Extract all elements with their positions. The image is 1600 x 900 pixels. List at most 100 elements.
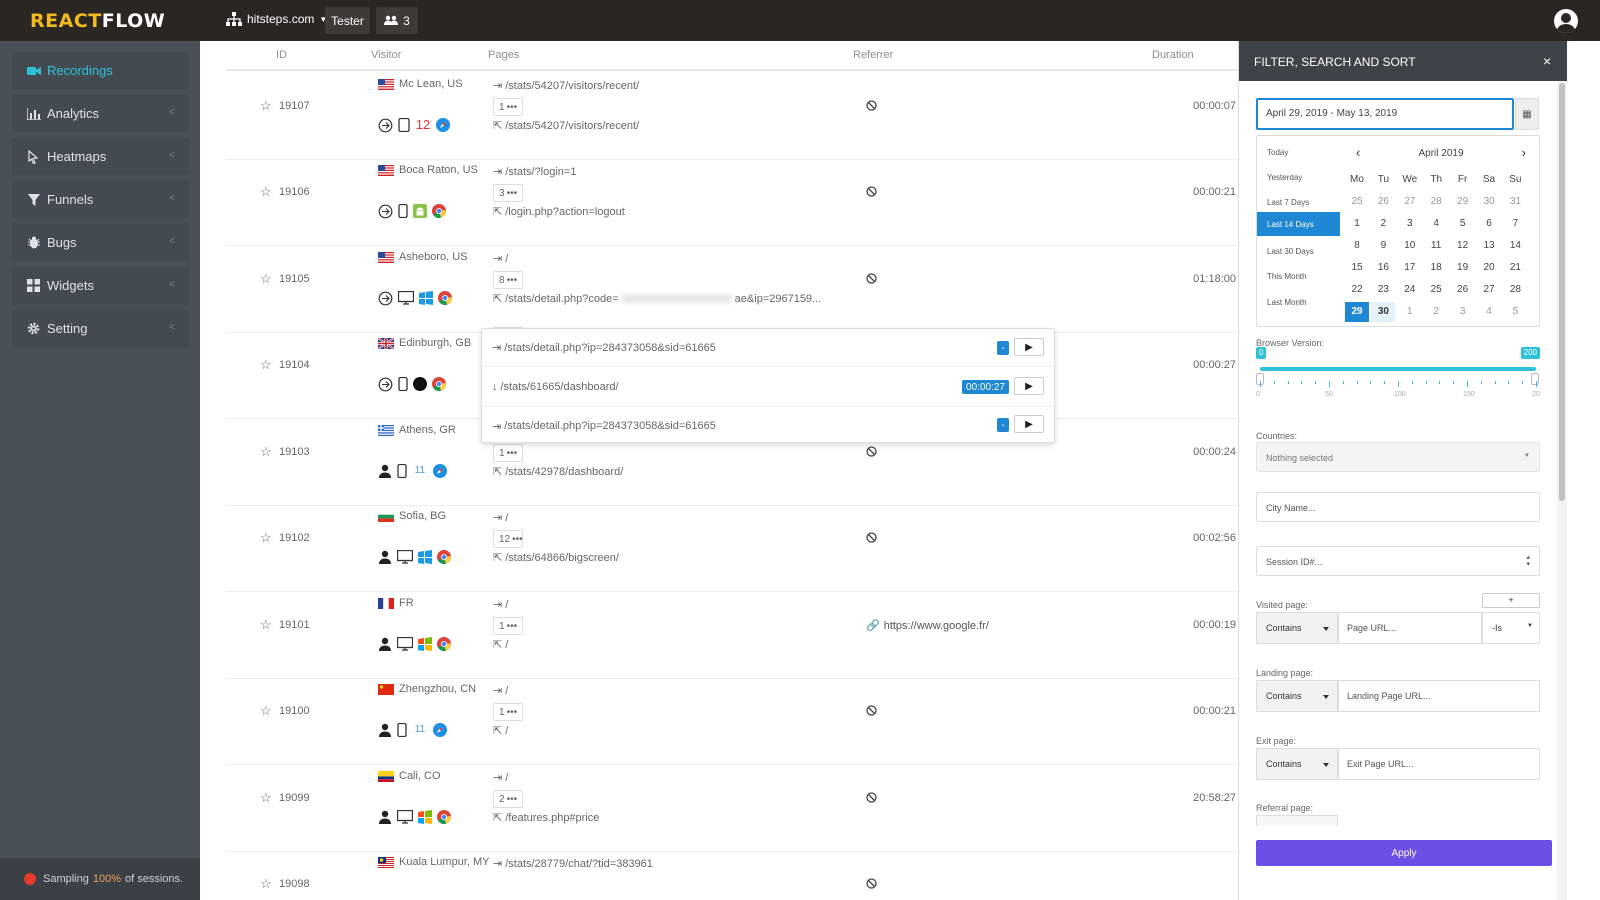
slider-max-handle[interactable]: [1531, 373, 1539, 385]
calendar-day[interactable]: 30: [1477, 192, 1501, 212]
calendar-day[interactable]: 8: [1345, 236, 1369, 256]
landing-match-select[interactable]: Contains: [1256, 680, 1338, 712]
calendar-day[interactable]: 6: [1477, 214, 1501, 234]
range-option[interactable]: Yesterday: [1257, 163, 1340, 187]
calendar-day[interactable]: 30: [1371, 302, 1396, 322]
star-icon[interactable]: ☆: [260, 271, 272, 287]
calendar-day[interactable]: 3: [1398, 214, 1422, 234]
referral-match-select[interactable]: [1256, 815, 1338, 826]
col-referrer[interactable]: Referrer: [853, 49, 893, 61]
calendar-day[interactable]: 14: [1503, 236, 1527, 256]
range-option[interactable]: Last 7 Days: [1257, 188, 1340, 212]
popup-url[interactable]: /stats/detail.php?ip=284373058&sid=61665: [504, 420, 716, 432]
calendar-day[interactable]: 3: [1451, 302, 1475, 322]
panel-scrollbar[interactable]: [1557, 81, 1567, 900]
visited-url-input[interactable]: Page URL...: [1338, 612, 1482, 644]
pages-count-button[interactable]: 2 •••: [493, 790, 523, 808]
sidebar-item-heatmaps[interactable]: Heatmaps <: [12, 138, 189, 175]
calendar-day[interactable]: 27: [1398, 192, 1422, 212]
entry-page[interactable]: ⇥ /: [493, 598, 508, 612]
apply-button[interactable]: Apply: [1256, 840, 1552, 866]
popup-url[interactable]: /stats/61665/dashboard/: [501, 381, 619, 393]
slider-track[interactable]: [1260, 367, 1536, 371]
calendar-day[interactable]: 10: [1398, 236, 1422, 256]
star-icon[interactable]: ☆: [260, 530, 272, 546]
entry-page[interactable]: ⇥/stats/28779/chat/?tid=383961: [493, 857, 653, 871]
star-icon[interactable]: ☆: [260, 98, 272, 114]
col-id[interactable]: ID: [276, 49, 287, 61]
visited-op-select[interactable]: -Is ▼: [1482, 612, 1540, 644]
users-button[interactable]: 3: [376, 7, 418, 34]
star-icon[interactable]: ☆: [260, 876, 272, 892]
play-button[interactable]: ▶: [1014, 377, 1044, 395]
calendar-day[interactable]: 25: [1424, 280, 1448, 300]
play-button[interactable]: ▶: [1014, 338, 1044, 356]
pages-count-button[interactable]: 8 •••: [493, 271, 523, 289]
popup-url[interactable]: /stats/detail.php?ip=284373058&sid=61665: [504, 342, 716, 354]
app-logo[interactable]: REACTFLOW: [30, 10, 165, 32]
range-option[interactable]: Last 30 Days: [1257, 237, 1340, 261]
exit-page[interactable]: ⇱/login.php?action=logout: [493, 205, 625, 219]
user-avatar-icon[interactable]: [1554, 9, 1578, 33]
exit-page[interactable]: ⇱/stats/54207/visitors/recent/: [493, 119, 639, 133]
calendar-day[interactable]: 11: [1424, 236, 1448, 256]
tester-button[interactable]: Tester: [325, 7, 370, 34]
close-icon[interactable]: ×: [1543, 53, 1551, 69]
calendar-day[interactable]: 23: [1371, 280, 1395, 300]
table-row[interactable]: ☆ 19107 Mc Lean, US 12 ⇥/stats/54207/visitor…: [226, 72, 1264, 160]
calendar-day[interactable]: 21: [1503, 258, 1527, 278]
calendar-day[interactable]: 28: [1424, 192, 1448, 212]
calendar-icon[interactable]: ▦: [1515, 98, 1539, 130]
calendar-day[interactable]: 13: [1477, 236, 1501, 256]
calendar-day[interactable]: 31: [1503, 192, 1527, 212]
calendar-day[interactable]: 19: [1451, 258, 1475, 278]
table-row[interactable]: ☆ 19105 Asheboro, US ⇥/8 ••• ⇱/stats/detail.p…: [226, 245, 1264, 333]
star-icon[interactable]: ☆: [260, 703, 272, 719]
calendar-day[interactable]: 16: [1371, 258, 1395, 278]
calendar-day[interactable]: 5: [1451, 214, 1475, 234]
calendar-day[interactable]: 26: [1451, 280, 1475, 300]
table-row[interactable]: ☆ 19099 Cali, CO ⇥/2 ••• ⇱/features.php#price…: [226, 764, 1264, 852]
entry-page[interactable]: ⇥ /: [493, 511, 508, 525]
exit-page[interactable]: ⇱/stats/64866/bigscreen/: [493, 551, 619, 565]
table-row[interactable]: ☆ 19106 Boca Raton, US ⇥/stats/?login=1 3 •••…: [226, 158, 1264, 246]
calendar-day[interactable]: 1: [1398, 302, 1422, 322]
calendar-day[interactable]: 4: [1424, 214, 1448, 234]
calendar-day[interactable]: 29: [1345, 302, 1369, 322]
popup-row[interactable]: ↓ /stats/61665/dashboard/ 00:00:27 ▶: [482, 367, 1054, 407]
table-row[interactable]: ☆ 19101 FR ⇥/1 ••• ⇱ / 🔗 https://www.google.fr/0…: [226, 591, 1264, 679]
pages-count-button[interactable]: 12 •••: [493, 530, 523, 548]
range-option[interactable]: This Month: [1257, 262, 1340, 286]
pages-count-button[interactable]: 1 •••: [493, 444, 523, 462]
referrer-link[interactable]: 🔗 https://www.google.fr/: [866, 619, 989, 633]
date-range-input[interactable]: April 29, 2019 - May 13, 2019: [1256, 98, 1514, 130]
range-option[interactable]: Last Month: [1257, 288, 1340, 312]
spinner-icon[interactable]: ▴ ▾: [1526, 554, 1530, 568]
pages-count-button[interactable]: 1 •••: [493, 617, 523, 635]
calendar-day[interactable]: 27: [1477, 280, 1501, 300]
calendar-day[interactable]: 7: [1503, 214, 1527, 234]
add-visited-button[interactable]: +: [1482, 593, 1540, 608]
calendar-day[interactable]: 9: [1371, 236, 1395, 256]
calendar-day[interactable]: 29: [1451, 192, 1475, 212]
calendar-day[interactable]: 2: [1371, 214, 1395, 234]
exit-page[interactable]: ⇱ /: [493, 638, 508, 652]
exit-url-input[interactable]: Exit Page URL...: [1338, 748, 1540, 780]
pages-count-button[interactable]: 3•••: [493, 184, 523, 202]
range-option[interactable]: Last 14 Days: [1257, 212, 1340, 236]
star-icon[interactable]: ☆: [260, 444, 272, 460]
calendar-day[interactable]: 17: [1398, 258, 1422, 278]
table-row[interactable]: ☆ 19100 Zhengzhou, CN 11 ⇥/1 ••• ⇱/00:00:21: [226, 677, 1264, 765]
pages-count-button[interactable]: 1 •••: [493, 98, 523, 116]
entry-page[interactable]: ⇥ /: [493, 684, 508, 698]
col-duration[interactable]: Duration: [1152, 49, 1194, 61]
sidebar-item-funnels[interactable]: Funnels <: [12, 181, 189, 218]
exit-page[interactable]: ⇱/features.php#price: [493, 811, 599, 825]
calendar-day[interactable]: 1: [1345, 214, 1369, 234]
calendar-day[interactable]: 5: [1503, 302, 1527, 322]
star-icon[interactable]: ☆: [260, 357, 272, 373]
calendar-day[interactable]: 28: [1503, 280, 1527, 300]
city-input[interactable]: City Name...: [1256, 492, 1540, 522]
exit-match-select[interactable]: Contains: [1256, 748, 1338, 780]
exit-page[interactable]: ⇱/stats/42978/dashboard/: [493, 465, 623, 479]
